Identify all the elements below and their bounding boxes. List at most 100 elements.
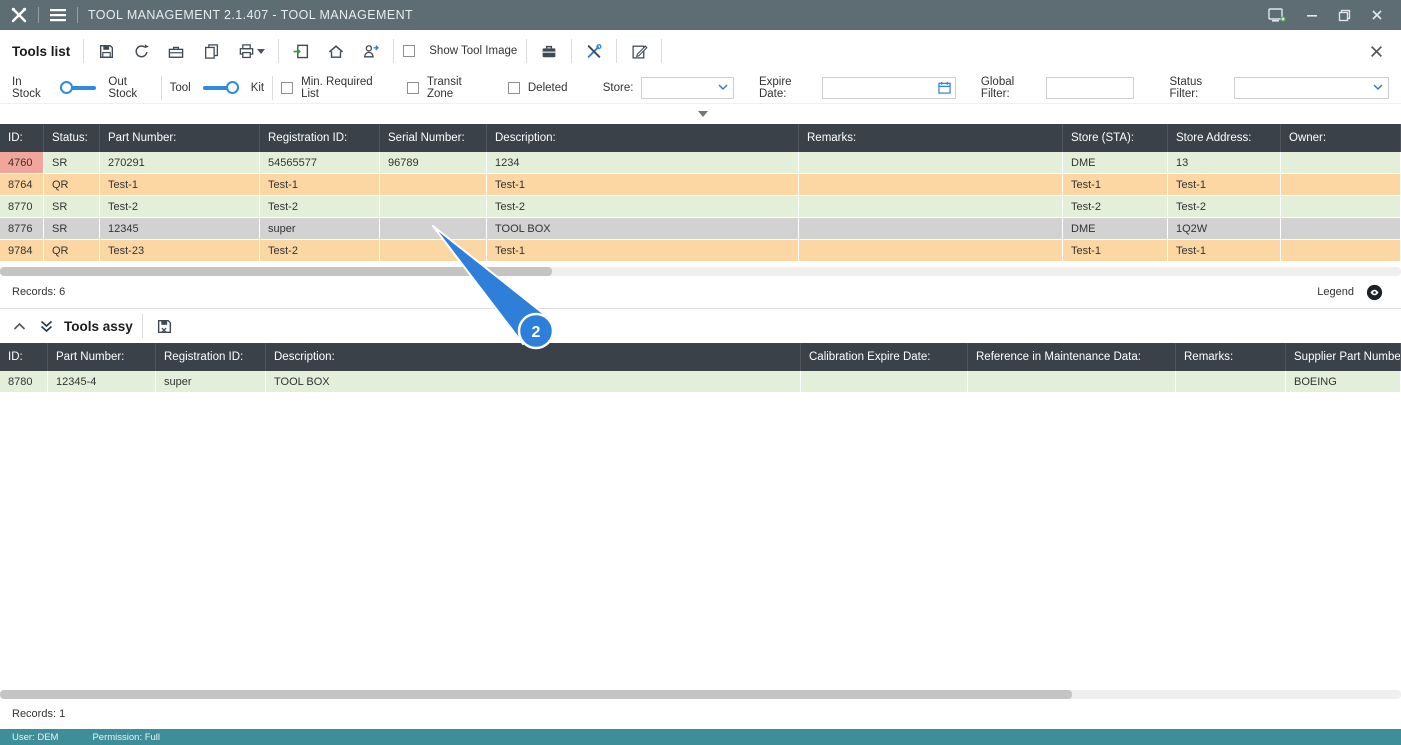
titlebar: TOOL MANAGEMENT 2.1.407 - TOOL MANAGEMEN… [0,0,1401,30]
collapse-triangle-icon[interactable] [698,111,708,117]
table-row[interactable]: 8780 12345-4 super TOOL BOX BOEING [0,371,1401,393]
table-cell [380,240,487,262]
table-cell [799,240,1063,262]
column-header[interactable]: Calibration Expire Date: [801,343,968,371]
paste-icon[interactable] [288,38,314,64]
table-row[interactable]: 8764 QR Test-1 Test-1 Test-1 Test-1 Test… [0,174,1401,196]
table-cell [799,218,1063,240]
assy-hscrollbar[interactable] [0,690,1401,699]
scrollbar-thumb[interactable] [0,267,552,276]
statusbar-permission: Permission: Full [92,731,161,743]
min-required-checkbox[interactable] [281,81,294,94]
menu-icon[interactable] [49,8,67,22]
column-header[interactable]: Supplier Part Number [1286,343,1401,371]
column-header[interactable]: Remarks: [1176,343,1286,371]
table-cell: 8770 [0,196,44,218]
column-header[interactable]: Store (STA): [1063,124,1168,152]
panel-title: Tools list [12,43,71,59]
table-cell: Test-23 [100,240,260,262]
status-filter-select[interactable] [1234,76,1389,99]
table-row[interactable]: 8770 SR Test-2 Test-2 Test-2 Test-2 Test… [0,196,1401,218]
table-cell: Test-2 [1063,196,1168,218]
table-cell: BOEING [1286,371,1401,393]
column-header[interactable]: Part Number: [48,343,156,371]
table-cell: Test-1 [487,240,799,262]
deleted-checkbox[interactable] [507,81,520,94]
global-filter-input[interactable] [1045,76,1135,99]
collapse-up-icon[interactable] [10,313,28,339]
user-session-icon[interactable] [1268,7,1286,23]
table-cell: TOOL BOX [487,218,799,240]
table-cell [799,152,1063,174]
expire-date-input[interactable] [822,76,957,99]
briefcase-icon[interactable] [536,38,562,64]
in-stock-label: In Stock [12,75,41,100]
tools-records-row: Records: 6 Legend [0,276,1401,309]
empty-area [0,393,1401,690]
sync-icon[interactable] [358,38,384,64]
store-select[interactable] [641,76,735,99]
table-row[interactable]: 9784 QR Test-23 Test-2 Test-1 Test-1 Tes… [0,240,1401,262]
column-header[interactable]: Reference in Maintenance Data: [968,343,1176,371]
table-cell [1176,371,1286,393]
column-header[interactable]: Description: [266,343,801,371]
edit-icon[interactable] [626,38,652,64]
export-icon[interactable] [152,313,178,339]
transit-zone-checkbox[interactable] [406,81,419,94]
column-header[interactable]: Registration ID: [156,343,266,371]
column-header[interactable]: ID: [0,343,48,371]
tools-table-hscrollbar[interactable] [0,267,1401,276]
scrollbar-thumb[interactable] [0,690,1072,699]
table-cell: QR [44,174,100,196]
table-cell: Test-1 [1168,240,1281,262]
close-icon[interactable] [1371,9,1383,21]
copy-icon[interactable] [198,38,224,64]
tools-icon[interactable] [581,38,607,64]
table-cell: QR [44,240,100,262]
save-icon[interactable] [93,38,119,64]
app-window: TOOL MANAGEMENT 2.1.407 - TOOL MANAGEMEN… [0,0,1401,745]
status-bar: User: DEM Permission: Full [0,729,1401,745]
table-cell: Test-1 [1168,174,1281,196]
records-count: Records: 1 [12,708,66,720]
column-header[interactable]: Remarks: [799,124,1063,152]
toolbox-icon[interactable] [163,38,189,64]
table-row[interactable]: 4760 SR 270291 54565577 96789 1234 DME 1… [0,152,1401,174]
global-filter-label: Global Filter: [980,75,1015,100]
print-icon[interactable] [233,38,269,64]
close-panel-icon[interactable] [1363,38,1389,64]
expand-all-icon[interactable] [37,313,55,339]
column-header[interactable]: Store Address: [1168,124,1281,152]
home-icon[interactable] [323,38,349,64]
table-row-selected[interactable]: 8776 SR 12345 super TOOL BOX DME 1Q2W [0,218,1401,240]
restore-icon[interactable] [1338,9,1351,22]
calendar-icon[interactable] [938,81,951,94]
minimize-icon[interactable] [1306,9,1318,21]
column-header[interactable]: Description: [487,124,799,152]
table-cell: Test-1 [260,174,380,196]
legend-eye-icon[interactable] [1366,284,1383,301]
legend-button[interactable]: Legend [1317,284,1389,301]
print-dropdown-caret[interactable] [256,48,265,54]
stock-toggle[interactable] [60,80,97,95]
column-header[interactable]: ID: [0,124,44,152]
table-cell [380,174,487,196]
toolbar-separator [278,39,280,63]
column-header[interactable]: Owner: [1281,124,1401,152]
refresh-icon[interactable] [128,38,154,64]
tool-kit-toggle[interactable] [202,80,239,95]
column-header[interactable]: Status: [44,124,100,152]
chevron-down-icon [1373,84,1383,91]
table-cell [799,196,1063,218]
assy-records-row: Records: 1 [0,699,1401,729]
legend-label: Legend [1317,286,1354,298]
show-tool-image-checkbox[interactable] [403,45,416,57]
column-header[interactable]: Serial Number: [380,124,487,152]
table-cell: 1234 [487,152,799,174]
column-header[interactable]: Registration ID: [260,124,380,152]
table-cell [801,371,968,393]
column-header[interactable]: Part Number: [100,124,260,152]
store-label: Store: [602,81,634,94]
table-cell: 8764 [0,174,44,196]
titlebar-separator [77,7,78,23]
